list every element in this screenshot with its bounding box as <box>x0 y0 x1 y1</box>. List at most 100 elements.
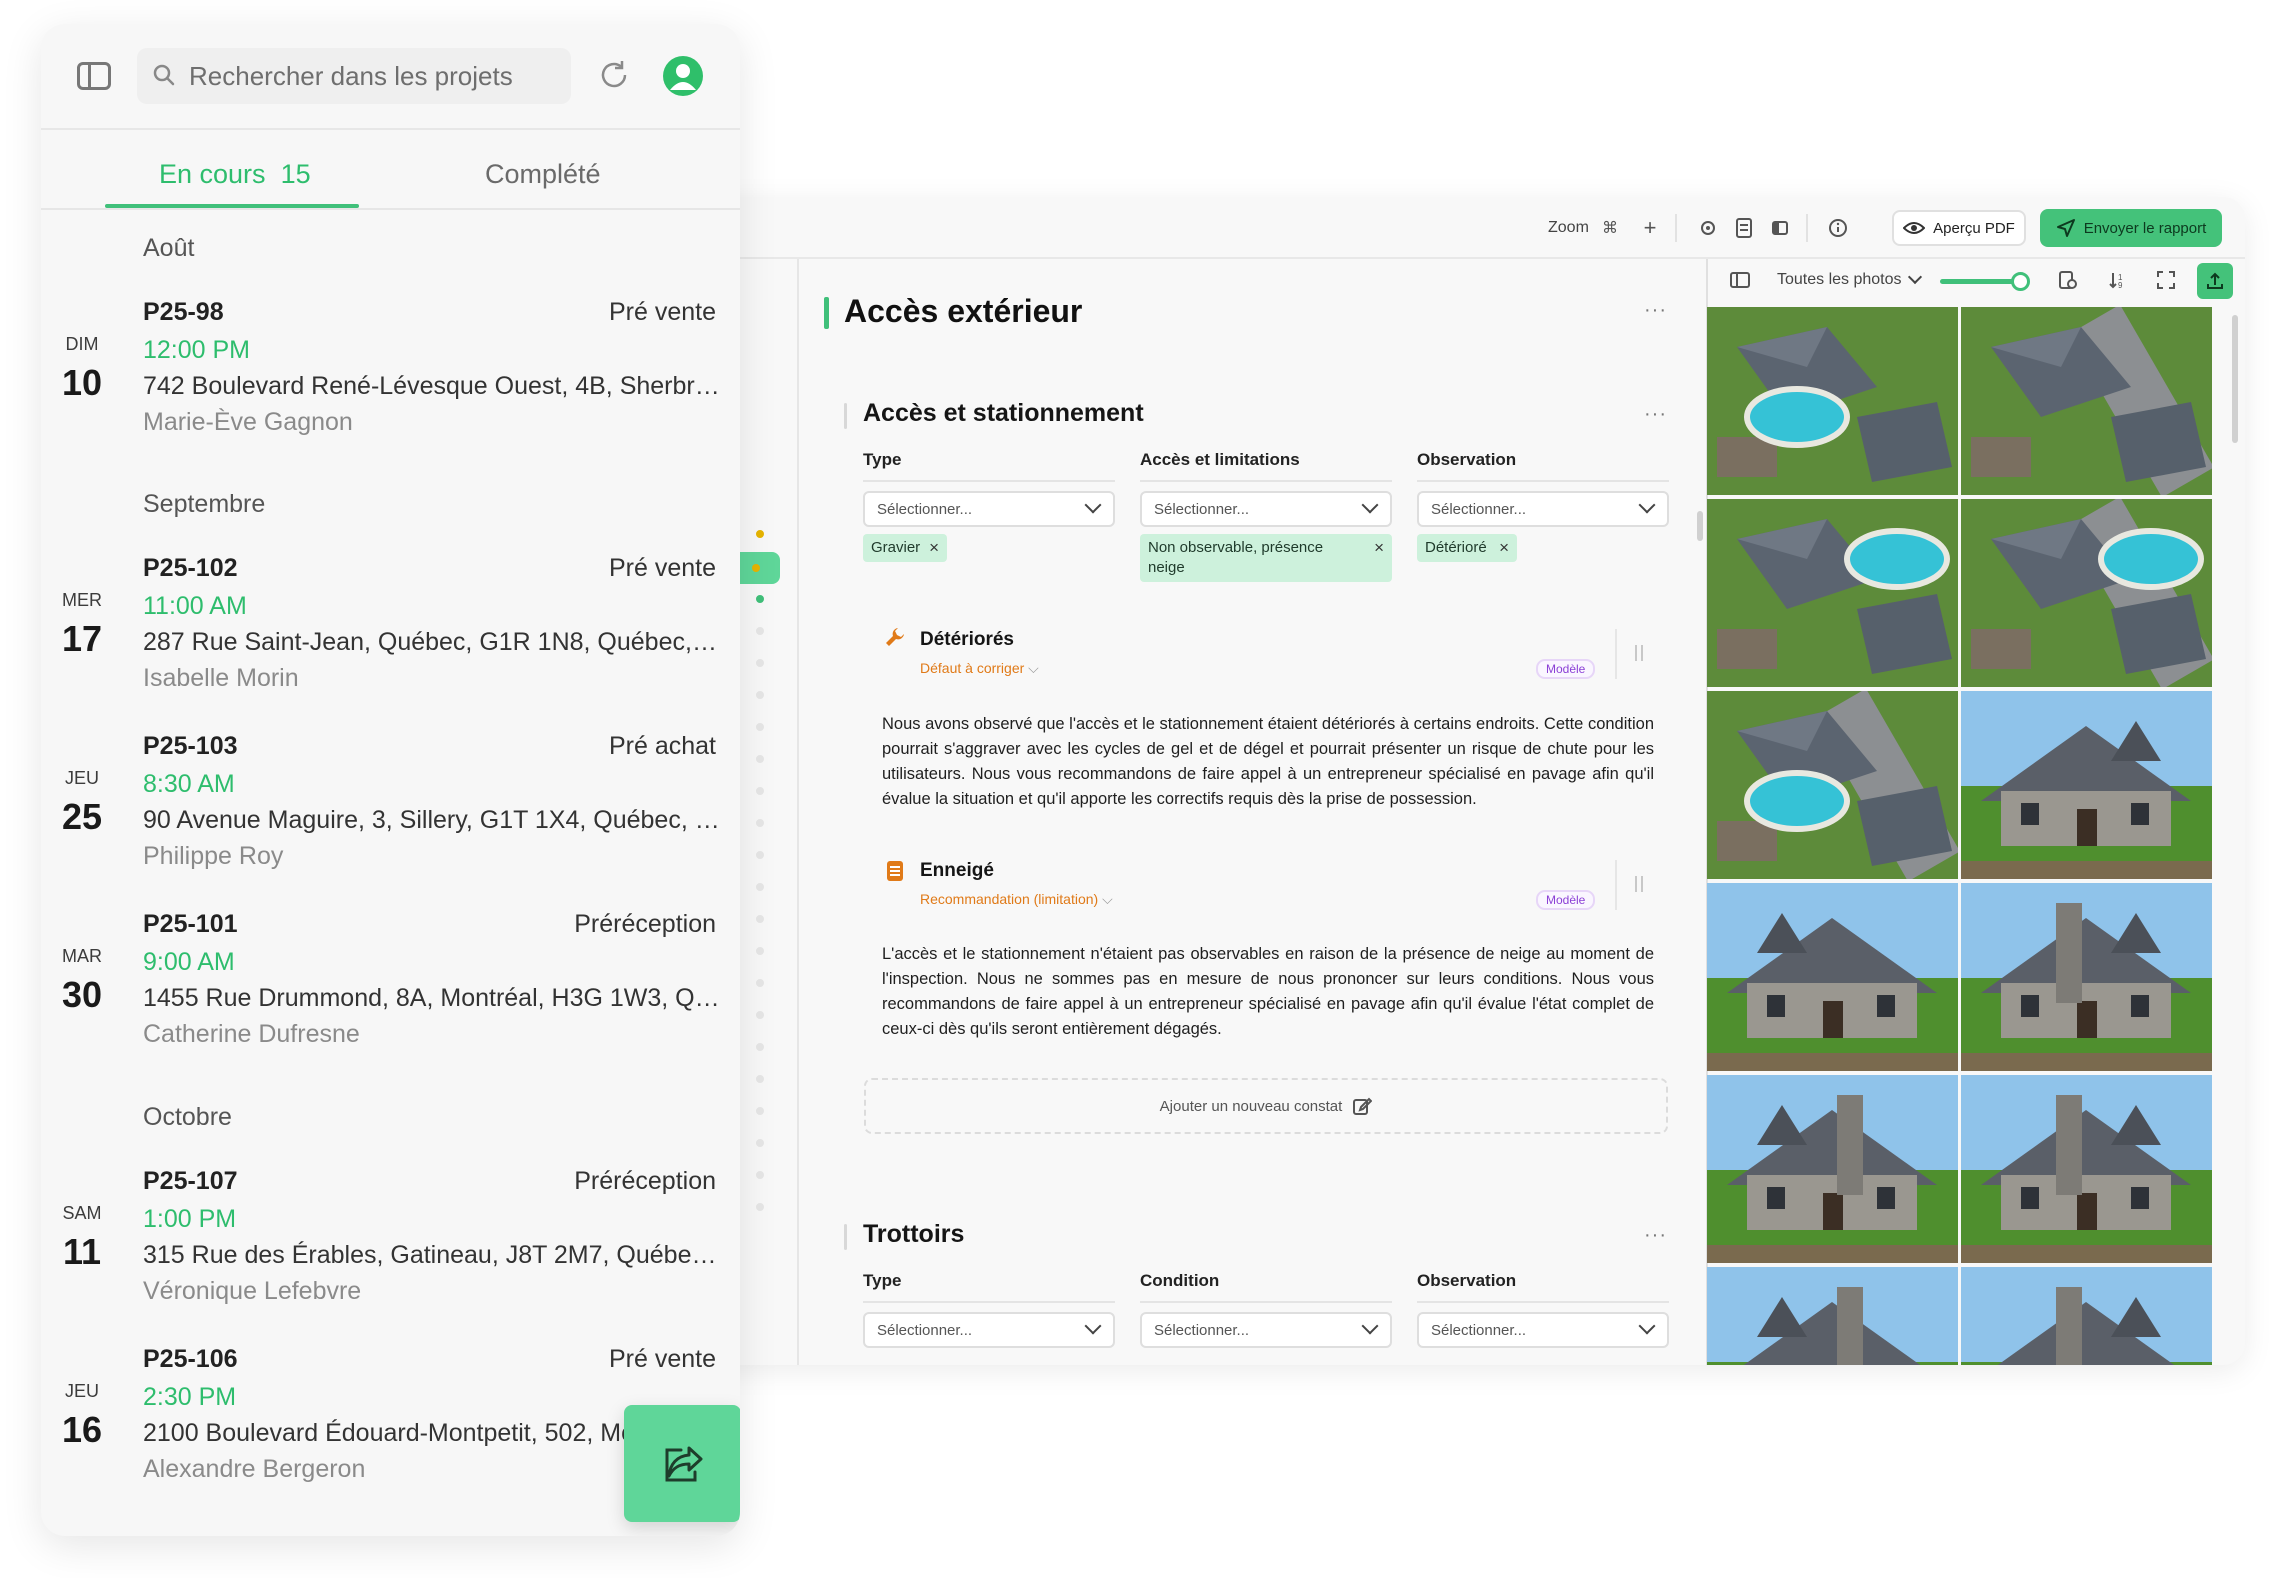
project-client: Véronique Lefebvre <box>143 1277 362 1305</box>
photo-thumbnail[interactable] <box>1707 883 1958 1071</box>
tab-completed[interactable]: Complété <box>485 154 601 194</box>
section-nav-dot[interactable] <box>756 1139 764 1147</box>
section-nav-dot[interactable] <box>756 659 764 667</box>
field-label-access: Accès et limitations <box>1140 450 1300 469</box>
remove-chip-icon[interactable]: × <box>929 538 939 558</box>
access-select[interactable]: Sélectionner... <box>1140 491 1392 527</box>
access-chip[interactable]: Non observable, présence neige × <box>1140 534 1392 582</box>
finding-description[interactable]: L'accès et le stationnement n'étaient pa… <box>882 942 1654 1042</box>
search-input[interactable] <box>189 48 559 104</box>
type-select[interactable]: Sélectionner... <box>863 1312 1115 1348</box>
send-report-button[interactable]: Envoyer le rapport <box>2040 209 2222 247</box>
project-type: Préréception <box>574 910 716 938</box>
search-box[interactable] <box>137 48 571 104</box>
finding-description[interactable]: Nous avons observé que l'accès et le sta… <box>882 712 1654 812</box>
section-nav-dot[interactable] <box>756 1171 764 1179</box>
subsection-more-button[interactable]: ··· <box>1644 1224 1667 1247</box>
type-select[interactable]: Sélectionner... <box>863 491 1115 527</box>
month-header: Octobre <box>143 1103 232 1131</box>
photo-thumbnail[interactable] <box>1961 1267 2212 1365</box>
section-nav-dot[interactable] <box>756 755 764 763</box>
project-address: 1455 Rue Drummond, 8A, Montréal, H3G 1W3… <box>143 984 723 1012</box>
settings-icon[interactable] <box>1694 213 1722 243</box>
section-nav-dot[interactable] <box>756 819 764 827</box>
section-nav-dot[interactable] <box>756 530 764 538</box>
section-nav-dot[interactable] <box>756 691 764 699</box>
section-nav-dot[interactable] <box>756 787 764 795</box>
remove-chip-icon[interactable]: × <box>1374 538 1384 558</box>
project-day-name: JEU <box>64 1381 99 1401</box>
svg-text:9: 9 <box>2118 281 2123 290</box>
fullscreen-icon[interactable] <box>2157 263 2175 297</box>
photo-thumbnail[interactable] <box>1961 691 2212 879</box>
refresh-icon[interactable] <box>597 58 631 92</box>
section-nav-dot[interactable] <box>756 915 764 923</box>
finding-category-dropdown[interactable]: Recommandation (limitation) ⌵ <box>920 891 1113 908</box>
subsection-bar <box>844 1224 847 1250</box>
section-nav-dot[interactable] <box>756 1011 764 1019</box>
zoom-in-button[interactable]: + <box>1638 213 1662 243</box>
photo-thumbnail[interactable] <box>1961 883 2212 1071</box>
upload-photo-button[interactable] <box>2197 263 2233 299</box>
photo-thumbnail[interactable] <box>1707 307 1958 495</box>
photo-scrollbar[interactable] <box>2232 315 2238 443</box>
observation-select[interactable]: Sélectionner... <box>1417 1312 1669 1348</box>
observation-chip[interactable]: Détérioré × <box>1417 534 1517 562</box>
section-nav-active[interactable] <box>736 552 780 584</box>
section-nav-dot[interactable] <box>756 979 764 987</box>
section-nav-dot[interactable] <box>756 627 764 635</box>
document-icon[interactable] <box>1730 213 1758 243</box>
section-nav-dot[interactable] <box>756 851 764 859</box>
section-nav-dot[interactable] <box>756 1043 764 1051</box>
section-nav-dot[interactable] <box>756 723 764 731</box>
project-code: P25-106 <box>143 1345 238 1373</box>
section-nav-dot[interactable] <box>756 883 764 891</box>
finding-title: Détériorés <box>920 629 1014 650</box>
user-avatar[interactable] <box>663 56 703 96</box>
condition-select[interactable]: Sélectionner... <box>1140 1312 1392 1348</box>
project-time: 11:00 AM <box>143 592 247 620</box>
photo-filter-icon[interactable] <box>2058 263 2078 297</box>
photo-size-slider-handle[interactable] <box>2011 272 2030 291</box>
photo-thumbnail[interactable] <box>1961 1075 2212 1263</box>
tab-in-progress[interactable]: En cours 15 <box>159 154 311 194</box>
add-finding-button[interactable]: Ajouter un nouveau constat <box>864 1078 1668 1134</box>
photo-thumbnail[interactable] <box>1707 1075 1958 1263</box>
sort-icon[interactable]: 19 <box>2107 263 2127 297</box>
section-nav-dot[interactable] <box>756 947 764 955</box>
pdf-preview-button[interactable]: Aperçu PDF <box>1892 210 2026 246</box>
subsection-more-button[interactable]: ··· <box>1644 403 1667 426</box>
remove-chip-icon[interactable]: × <box>1499 538 1509 558</box>
photo-thumbnail[interactable] <box>1961 499 2212 687</box>
project-address: 742 Boulevard René-Lévesque Ouest, 4B, S… <box>143 372 723 400</box>
panel-toggle-icon[interactable] <box>77 62 111 90</box>
photo-thumbnail[interactable] <box>1961 307 2212 495</box>
section-nav-dot[interactable] <box>756 1203 764 1211</box>
info-icon[interactable] <box>1824 213 1852 243</box>
drag-handle-icon[interactable] <box>1635 876 1643 892</box>
eye-icon <box>1903 222 1926 234</box>
project-day-name: MER <box>62 590 102 610</box>
month-header: Août <box>143 234 195 262</box>
section-more-button[interactable]: ··· <box>1644 299 1667 322</box>
layout-toggle-icon[interactable] <box>1766 213 1794 243</box>
sidebar-toggle-icon[interactable] <box>1730 263 1750 297</box>
photo-thumbnail[interactable] <box>1707 691 1958 879</box>
photo-thumbnail[interactable] <box>1707 1267 1958 1365</box>
project-client: Catherine Dufresne <box>143 1020 360 1048</box>
observation-select[interactable]: Sélectionner... <box>1417 491 1669 527</box>
photo-size-slider[interactable] <box>1940 279 2018 284</box>
section-nav-dot[interactable] <box>756 1075 764 1083</box>
section-nav-dot[interactable] <box>756 1107 764 1115</box>
type-chip[interactable]: Gravier × <box>863 534 947 562</box>
project-day-number: 17 <box>61 618 103 659</box>
share-button[interactable] <box>624 1405 740 1522</box>
section-nav-dot[interactable] <box>756 595 764 603</box>
photo-filter-dropdown[interactable]: Toutes les photos <box>1777 263 1922 297</box>
project-type: Préréception <box>574 1167 716 1195</box>
form-scrollbar[interactable] <box>1697 511 1703 541</box>
drag-handle-icon[interactable] <box>1635 645 1643 661</box>
photo-thumbnail[interactable] <box>1707 499 1958 687</box>
finding-title: Enneigé <box>920 860 994 881</box>
finding-category-dropdown[interactable]: Défaut à corriger ⌵ <box>920 660 1039 677</box>
